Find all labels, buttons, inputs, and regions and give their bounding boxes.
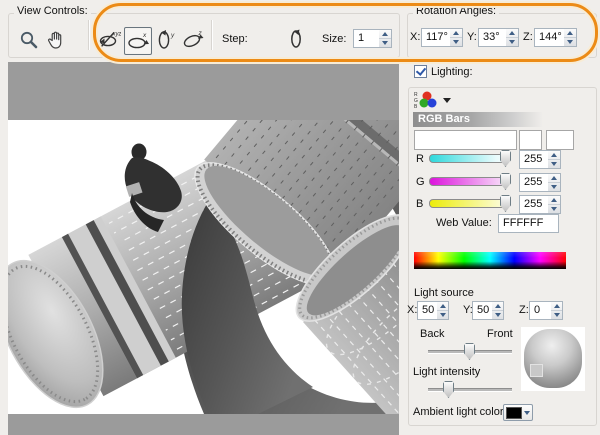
zoom-icon (20, 31, 38, 49)
rotate-xyz-icon: xyz (99, 32, 122, 48)
rotation-angles-label: Rotation Angles: (413, 5, 500, 17)
channel-b-track[interactable] (429, 199, 509, 208)
back-label: Back (420, 328, 445, 340)
channel-g-track[interactable] (429, 177, 509, 186)
pan-hand-icon (48, 31, 62, 49)
light-preview-box (521, 327, 585, 391)
light-z-input[interactable]: 0 (529, 301, 552, 320)
svg-text:B: B (414, 104, 418, 110)
light-preview-sphere (524, 329, 582, 388)
channel-g-spinner[interactable] (548, 173, 561, 192)
angle-x-label: X: (410, 31, 421, 43)
rgb-mode-button[interactable]: R G B (413, 89, 455, 111)
rotate-y-button[interactable]: y (154, 28, 178, 52)
zoom-button[interactable] (17, 28, 41, 52)
light-z-spinner[interactable] (551, 301, 563, 320)
angle-x-spinner[interactable] (450, 28, 463, 47)
light-position-marker[interactable] (530, 364, 543, 377)
ambient-color-swatch (506, 406, 522, 419)
light-z-label: Z: (519, 304, 529, 316)
rotate-z-button[interactable]: z (181, 28, 205, 52)
light-y-spinner[interactable] (492, 301, 504, 320)
channel-r-label: R (416, 153, 424, 165)
color-preview-2 (519, 130, 542, 150)
web-value-label: Web Value: (436, 217, 492, 229)
light-intensity-slider[interactable] (428, 388, 512, 392)
spin-up-icon[interactable] (382, 32, 388, 36)
light-x-input[interactable]: 50 (417, 301, 438, 320)
svg-text:xyz: xyz (112, 32, 122, 38)
channel-b-value[interactable]: 255 (519, 195, 549, 214)
chevron-down-icon (524, 410, 530, 415)
channel-g-label: G (416, 176, 425, 188)
rotate-x-button[interactable]: x (124, 27, 152, 55)
channel-r-track[interactable] (429, 154, 509, 163)
light-y-input[interactable]: 50 (472, 301, 493, 320)
rgb-circles-icon: R G B (414, 91, 451, 110)
rotate-xyz-button[interactable]: xyz (97, 28, 121, 52)
rgb-bars-header: RGB Bars (413, 112, 543, 127)
lighting-checkbox[interactable] (414, 65, 427, 78)
svg-text:y: y (170, 32, 175, 39)
channel-r-value[interactable]: 255 (519, 150, 549, 169)
app-window: View Controls: xyz x y z Step: Size: 1 R… (0, 0, 600, 435)
angle-z-label: Z: (523, 31, 533, 43)
angle-z-spinner[interactable] (564, 28, 577, 47)
light-x-spinner[interactable] (437, 301, 449, 320)
step-rotate-icon (291, 29, 301, 48)
pan-button[interactable] (44, 28, 68, 52)
light-intensity-label: Light intensity (413, 366, 481, 378)
color-preview-3 (546, 130, 574, 150)
channel-b-label: B (416, 198, 424, 210)
lighting-label: Lighting: (431, 66, 473, 78)
rotate-z-icon: z (183, 30, 204, 48)
channel-r-spinner[interactable] (548, 150, 561, 169)
svg-text:z: z (198, 30, 203, 37)
chevron-down-icon (443, 98, 451, 103)
channel-g-value[interactable]: 255 (519, 173, 549, 192)
web-value-input[interactable]: FFFFFF (498, 214, 559, 233)
angle-y-spinner[interactable] (506, 28, 519, 47)
size-spinner[interactable] (379, 29, 392, 48)
angle-y-label: Y: (467, 31, 477, 43)
color-spectrum-picker[interactable] (414, 252, 566, 269)
size-input[interactable]: 1 (353, 29, 380, 48)
toolbar-separator (211, 20, 213, 50)
toolbar-separator (88, 20, 90, 50)
rotate-y-icon: y (158, 30, 175, 49)
svg-text:x: x (142, 32, 147, 39)
angle-y-input[interactable]: 33° (478, 28, 507, 47)
rotate-x-icon: x (128, 32, 149, 49)
light-x-label: X: (407, 304, 418, 316)
step-rotate-button[interactable] (285, 27, 309, 51)
ambient-light-label: Ambient light color (413, 406, 504, 418)
spin-down-icon[interactable] (382, 41, 388, 45)
step-label: Step: (222, 33, 248, 45)
channel-b-spinner[interactable] (548, 195, 561, 214)
front-label: Front (487, 328, 513, 340)
light-source-label: Light source (414, 287, 474, 299)
angle-x-input[interactable]: 117° (421, 28, 451, 47)
3d-viewport[interactable] (0, 0, 574, 435)
color-preview-main (414, 130, 517, 150)
ambient-color-dropdown[interactable] (503, 404, 533, 421)
view-controls-label: View Controls: (14, 5, 91, 17)
3d-model-render (0, 0, 574, 435)
size-label: Size: (322, 33, 347, 45)
angle-z-input[interactable]: 144° (534, 28, 565, 47)
